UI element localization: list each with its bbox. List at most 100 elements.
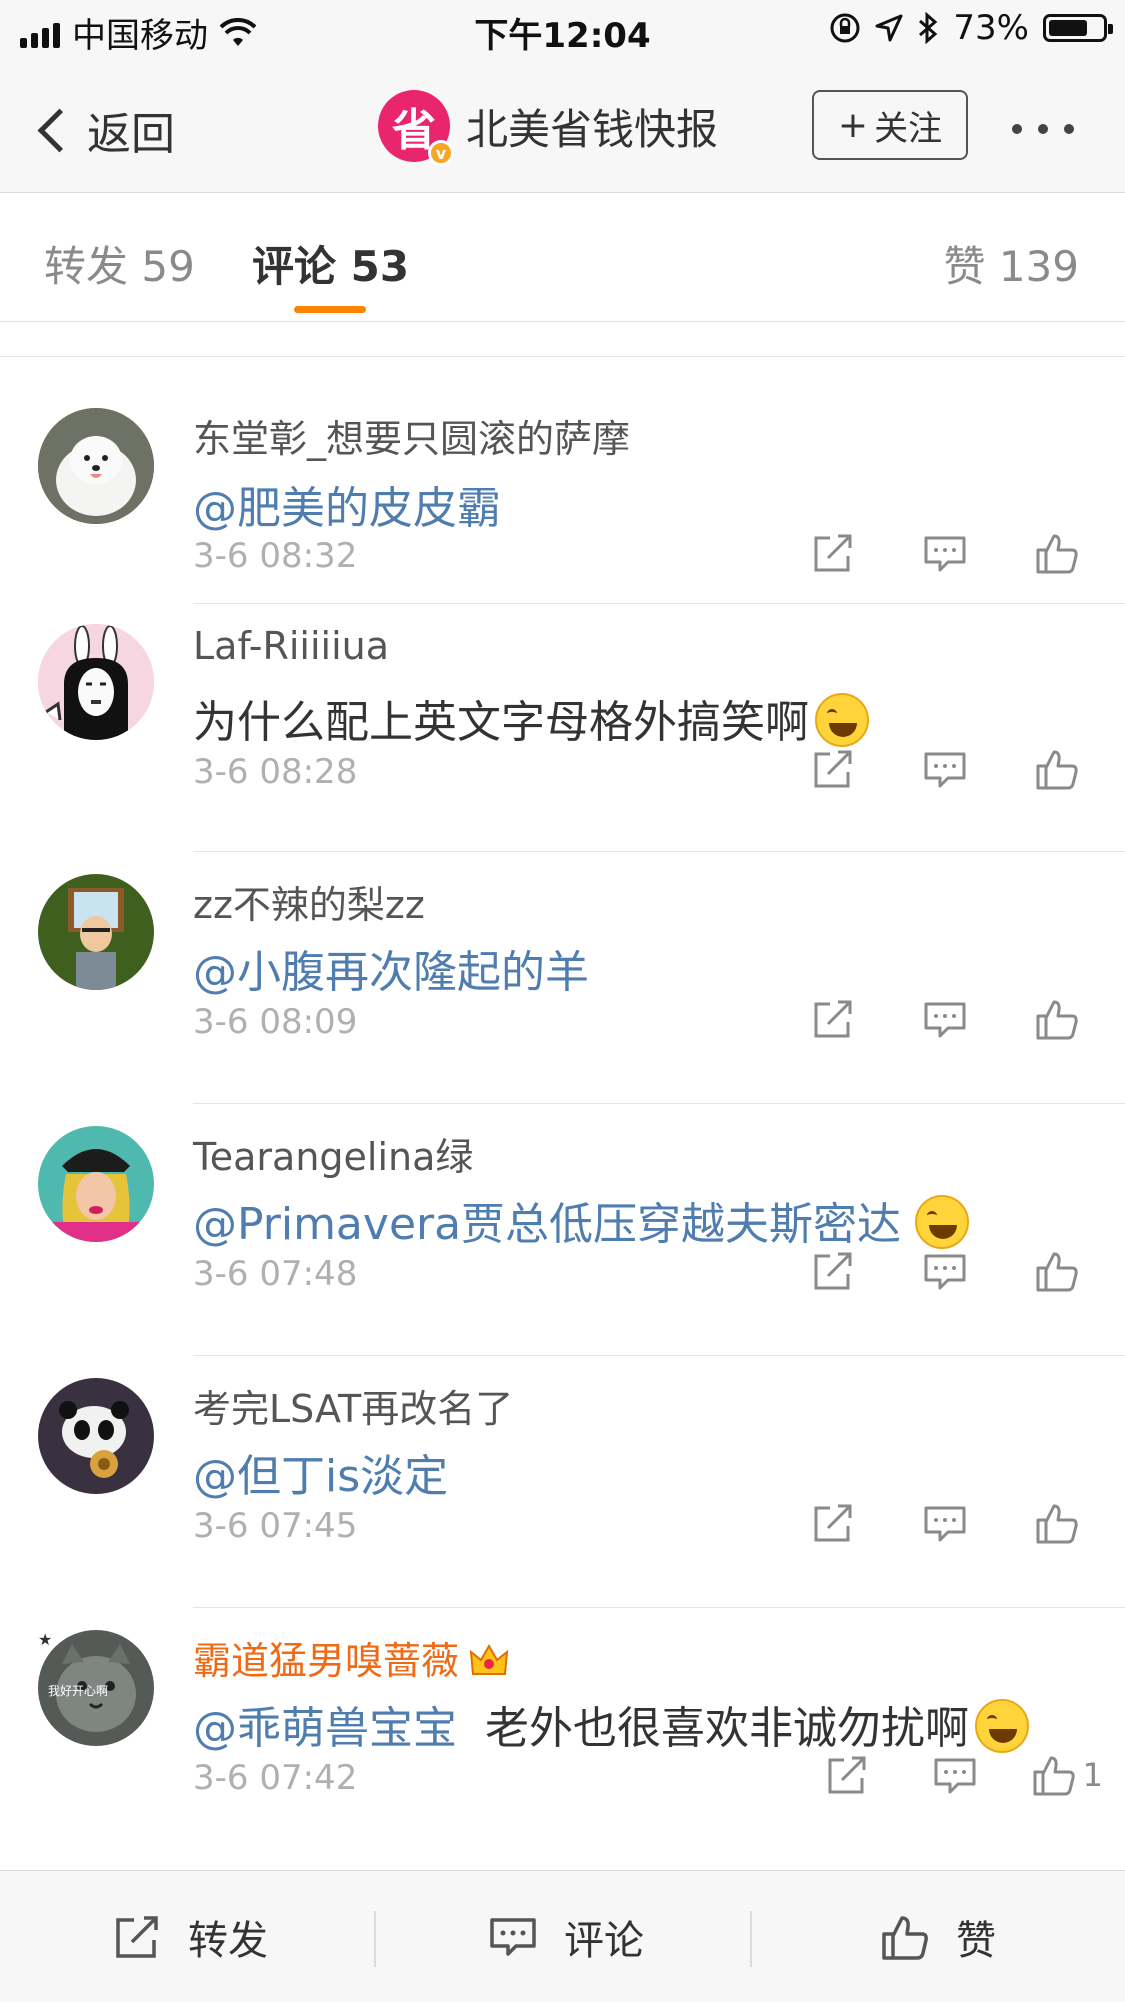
comment-time: 3-6 08:28 [193,752,358,792]
laugh-cry-emoji-icon [975,1699,1029,1753]
comment-username[interactable]: zz不辣的梨zz [193,874,425,929]
like-label: 赞 [956,1917,996,1964]
like-icon[interactable] [1025,1498,1089,1548]
comment-actions [801,528,1089,578]
battery-level [1049,20,1087,36]
repost-button[interactable]: 转发 [112,1871,268,2002]
reply-icon[interactable] [913,1498,977,1548]
laugh-cry-emoji-icon [815,693,869,747]
comment-actions [801,994,1089,1044]
reply-icon[interactable] [913,744,977,794]
like-button[interactable]: 赞 [880,1871,996,2002]
comment-item: zz不辣的梨zz @小腹再次隆起的羊 3-6 08:09 [0,852,1125,1104]
tab-like[interactable]: 赞 139 [943,233,1079,294]
comment-username[interactable]: 东堂彰_想要只圆滚的萨摩 [193,408,630,463]
comment-label: 评论 [564,1917,644,1964]
comment-mention[interactable]: @小腹再次隆起的羊 [193,947,589,998]
comment-item: 我好开心啊 ★ 霸道猛男嗅蔷薇 @乖萌兽宝宝 老外也很喜欢非诚勿扰啊 3-6 07… [0,1608,1125,1870]
comment-actions [801,1246,1089,1296]
reply-icon[interactable] [923,1750,987,1800]
comment-username-text: 霸道猛男嗅蔷薇 [193,1639,460,1683]
bottom-action-bar: 转发 评论 赞 [0,1870,1125,2002]
more-options-icon[interactable] [1012,124,1074,134]
comment-item: 考完LSAT再改名了 @但丁is淡定 3-6 07:45 [0,1356,1125,1608]
share-icon[interactable] [801,1246,865,1296]
back-button[interactable]: 返回 [32,98,175,162]
like-icon[interactable] [1025,1246,1089,1296]
tab-comment[interactable]: 评论 53 [252,233,409,294]
cartoon-man-avatar[interactable] [38,874,154,990]
member-badge-icon: ★ [38,1630,53,1649]
separator [750,1911,752,1967]
like-button[interactable]: 1 [1031,1750,1103,1800]
comment-item: Tearangelina绿 @Primavera贾总低压穿越夫斯密达 3-6 0… [0,1104,1125,1356]
panda-avatar[interactable] [38,1378,154,1494]
samoyed-dog-avatar[interactable] [38,408,154,524]
comment-username[interactable]: 考完LSAT再改名了 [193,1378,513,1433]
like-icon[interactable] [1025,528,1089,578]
avatar-group[interactable]: 我好开心啊 ★ [38,1630,154,1746]
share-icon[interactable] [815,1750,879,1800]
comment-username[interactable]: Laf-Riiiiiua [193,624,389,668]
comment-button[interactable]: 评论 [488,1871,644,2002]
like-icon[interactable] [1025,994,1089,1044]
comment-icon [490,1917,536,1956]
comment-body: @Primavera贾总低压穿越夫斯密达 [193,1188,970,1252]
comment-username[interactable]: 霸道猛男嗅蔷薇 [193,1630,511,1685]
nav-bar: 返回 省 v 北美省钱快报 + 关注 [0,60,1125,193]
comment-text: 老外也很喜欢非诚勿扰啊 [485,1703,969,1754]
share-icon[interactable] [801,994,865,1044]
laugh-cry-emoji-icon [915,1195,970,1249]
comment-item: 东堂彰_想要只圆滚的萨摩 @肥美的皮皮霸 3-6 08:32 [0,358,1125,604]
crown-icon [469,1643,509,1675]
share-icon[interactable] [801,528,865,578]
comment-text: 为什么配上英文字母格外搞笑啊 [193,697,809,748]
follow-label: 关注 [874,108,943,149]
account-title[interactable]: 省 v 北美省钱快报 [378,90,719,166]
share-icon[interactable] [801,1498,865,1548]
battery-icon [1043,14,1113,42]
reply-icon[interactable] [913,528,977,578]
status-bar: 中国移动 下午12:04 73% [0,0,1125,60]
pinup-woman-avatar[interactable] [38,1126,154,1242]
chevron-left-icon [37,108,82,152]
tab-bar: 转发 59 评论 53 赞 139 [0,193,1125,322]
bluetooth-icon [919,12,938,44]
separator [374,1911,376,1967]
comment-time: 3-6 08:32 [193,536,358,576]
comment-list[interactable]: 东堂彰_想要只圆滚的萨摩 @肥美的皮皮霸 3-6 08:32 Laf-Riiii… [0,322,1125,1870]
location-icon [875,14,903,42]
comment-actions [801,1498,1089,1548]
verified-badge-icon: v [428,140,454,166]
comment-actions [801,744,1089,794]
like-count: 1 [1082,1756,1103,1794]
comment-time: 3-6 07:48 [193,1254,358,1294]
comment-time: 3-6 08:09 [193,1002,358,1042]
previous-comment-edge [0,322,1125,357]
comment-time: 3-6 07:45 [193,1506,358,1546]
back-label: 返回 [87,109,175,160]
account-logo: 省 v [378,90,454,166]
like-icon[interactable] [1025,744,1089,794]
comment-mention[interactable]: @Primavera贾总低压穿越夫斯密达 [193,1199,901,1250]
repost-label: 转发 [188,1917,268,1964]
share-icon[interactable] [801,744,865,794]
account-name: 北美省钱快报 [466,104,719,154]
comment-body: 为什么配上英文字母格外搞笑啊 [193,686,869,750]
active-tab-indicator [294,306,366,313]
cat-avatar[interactable]: 我好开心啊 [38,1630,154,1746]
reply-icon[interactable] [913,994,977,1044]
reply-icon[interactable] [913,1246,977,1296]
comment-mention[interactable]: @但丁is淡定 [193,1451,448,1502]
comment-body: @但丁is淡定 [193,1440,448,1504]
comment-mention[interactable]: @肥美的皮皮霸 [193,483,501,534]
comment-mention[interactable]: @乖萌兽宝宝 [193,1703,457,1754]
bunny-noface-avatar[interactable] [38,624,154,740]
avatar-caption: 我好开心啊 [48,1684,109,1698]
orientation-lock-icon [830,13,860,43]
tab-repost[interactable]: 转发 59 [44,233,195,294]
like-icon [1033,1756,1075,1796]
comment-body: @小腹再次隆起的羊 [193,936,589,1000]
comment-username[interactable]: Tearangelina绿 [193,1126,473,1181]
follow-button[interactable]: + 关注 [812,90,968,160]
